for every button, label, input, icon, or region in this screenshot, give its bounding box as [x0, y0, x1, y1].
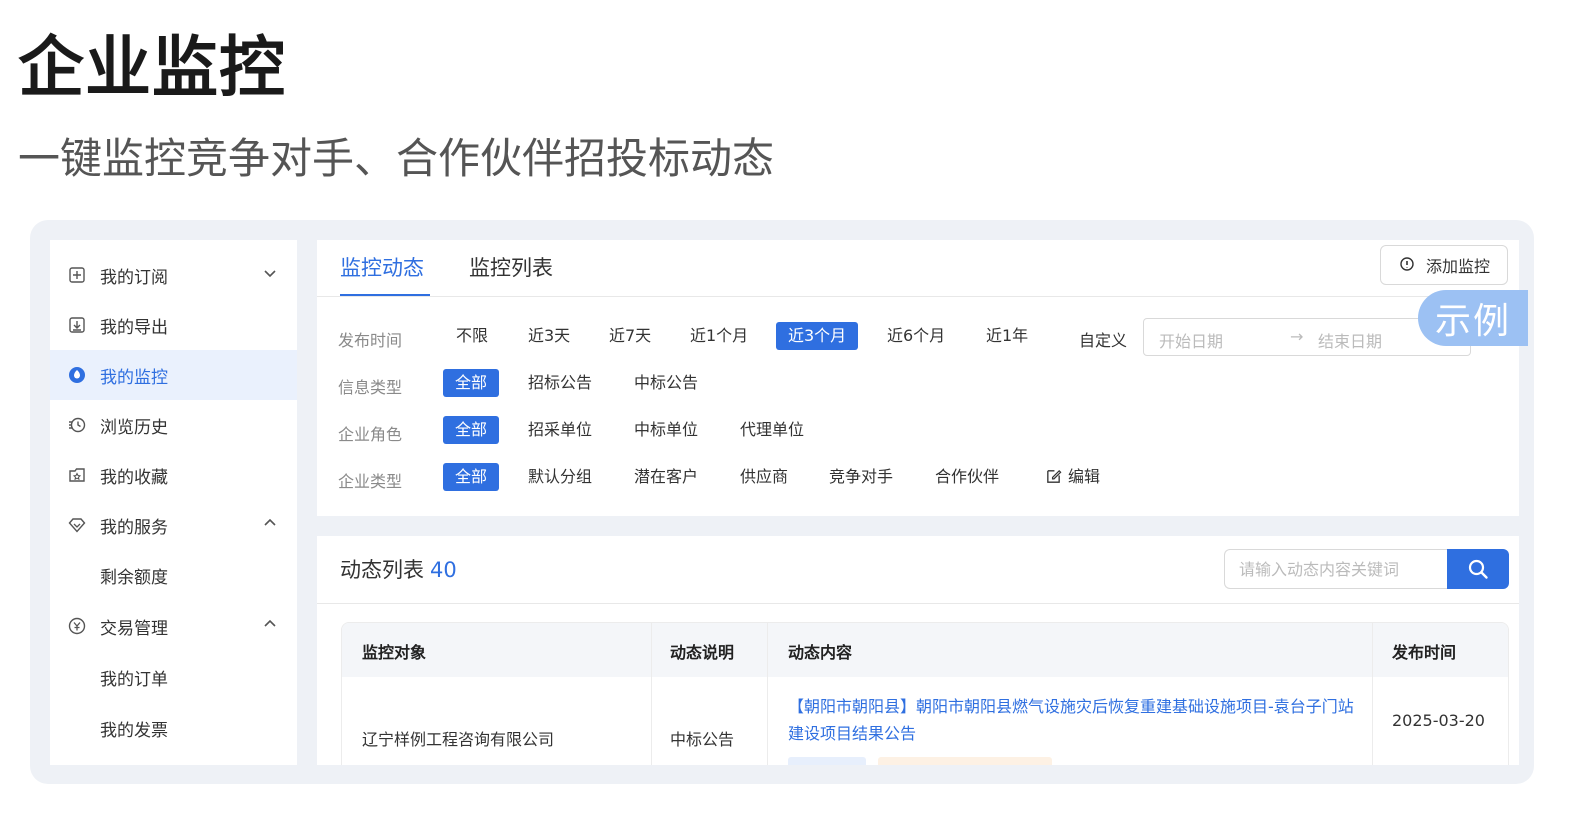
table-header [342, 623, 1508, 677]
history-icon [68, 416, 86, 434]
add-monitor-button[interactable]: 添加监控 [1380, 245, 1508, 285]
column-divider [767, 623, 768, 765]
tab-monitor-feed[interactable]: 监控动态 [340, 252, 424, 282]
example-badge: 示例 [1418, 290, 1528, 346]
sidebar-item-label: 我的监控 [100, 368, 168, 388]
sidebar-item-orders[interactable]: 我的订单 [50, 652, 297, 702]
chip-type-partner[interactable]: 合作伙伴 [923, 463, 1011, 491]
list-divider [317, 603, 1519, 604]
sidebar-item-label: 交易管理 [100, 619, 168, 639]
column-header-description: 动态说明 [670, 643, 735, 662]
filter-label-info-type: 信息类型 [338, 378, 403, 397]
sidebar-item-label: 我的发票 [100, 721, 168, 741]
column-header-date: 发布时间 [1392, 643, 1457, 662]
chip-role-purchaser[interactable]: 招采单位 [516, 416, 604, 444]
add-monitor-icon [1398, 256, 1416, 274]
list-title-text: 动态列表 [340, 558, 424, 582]
sidebar-item-label: 我的导出 [100, 318, 168, 338]
chip-role-winner[interactable]: 中标单位 [622, 416, 710, 444]
sidebar-item-label: 浏览历史 [100, 418, 168, 438]
export-icon [68, 316, 86, 334]
sidebar: 我的订阅 我的导出 我的监控 浏览历史 我的收藏 我的服务 剩余额度 交易管理 … [50, 240, 297, 765]
edit-icon [1047, 469, 1062, 483]
chevron-up-icon[interactable] [262, 616, 278, 632]
start-date-placeholder[interactable]: 开始日期 [1159, 328, 1223, 352]
column-header-target: 监控对象 [362, 643, 427, 662]
sidebar-item-favorites[interactable]: 我的收藏 [50, 450, 297, 500]
tab-monitor-list[interactable]: 监控列表 [469, 252, 553, 282]
sidebar-item-label: 剩余额度 [100, 568, 168, 588]
row-date: 2025-03-20 [1392, 711, 1485, 730]
sidebar-item-services[interactable]: 我的服务 [50, 500, 297, 550]
sidebar-item-remaining-quota[interactable]: 剩余额度 [50, 550, 297, 600]
filter-label-publish-time: 发布时间 [338, 331, 403, 350]
filter-label-company-type: 企业类型 [338, 472, 403, 491]
arrow-right-icon: → [1290, 327, 1304, 346]
sidebar-item-exports[interactable]: 我的导出 [50, 300, 297, 350]
sidebar-item-subscriptions[interactable]: 我的订阅 [50, 250, 297, 300]
chip-type-default[interactable]: 默认分组 [516, 463, 604, 491]
chip-role-agent[interactable]: 代理单位 [728, 416, 816, 444]
column-divider [1372, 623, 1373, 765]
hero-subtitle: 一键监控竞争对手、合作伙伴招投标动态 [18, 134, 775, 183]
row-content-link[interactable]: 【朝阳市朝阳县】朝阳市朝阳县燃气设施灾后恢复重建基础设施项目-袁台子门站建设项目… [788, 693, 1358, 747]
chip-role-all[interactable]: 全部 [443, 416, 500, 444]
subscribe-icon [68, 266, 86, 284]
sidebar-item-invoices[interactable]: 我的发票 [50, 703, 297, 753]
row-target[interactable]: 辽宁样例工程咨询有限公司 [362, 726, 554, 750]
chip-type-prospect[interactable]: 潜在客户 [622, 463, 710, 491]
tabs-divider [317, 296, 1519, 297]
column-header-content: 动态内容 [788, 643, 853, 662]
list-count: 40 [430, 558, 457, 582]
chevron-up-icon[interactable] [262, 515, 278, 531]
chip-time-3m[interactable]: 近3个月 [776, 322, 859, 350]
sidebar-item-monitor[interactable]: 我的监控 [50, 350, 297, 400]
transaction-icon [68, 617, 86, 635]
filter-panel: 监控动态 监控列表 添加监控 发布时间 不限 近3天 近7天 近1个月 近3个月… [317, 240, 1519, 516]
chip-info-tender[interactable]: 招标公告 [516, 369, 604, 397]
chip-time-any[interactable]: 不限 [444, 322, 500, 350]
chip-time-6m[interactable]: 近6个月 [875, 322, 957, 350]
chip-time-3d[interactable]: 近3天 [516, 322, 582, 350]
row-tag [788, 757, 866, 765]
row-tag [878, 757, 1052, 765]
feed-list-panel: 动态列表40 监控对象 动态说明 动态内容 发布时间 辽宁样例工程咨询有限公司 … [317, 536, 1519, 765]
chip-time-1m[interactable]: 近1个月 [678, 322, 760, 350]
sidebar-item-label: 我的服务 [100, 518, 168, 538]
chip-time-7d[interactable]: 近7天 [597, 322, 663, 350]
row-description: 中标公告 [670, 730, 735, 749]
chip-type-supplier[interactable]: 供应商 [728, 463, 800, 491]
list-title: 动态列表 40 [340, 554, 457, 584]
monitor-icon [68, 366, 86, 384]
edit-groups-button[interactable]: 编辑 [1033, 463, 1112, 491]
chevron-down-icon[interactable] [262, 265, 278, 281]
search-input[interactable] [1224, 549, 1448, 589]
hero-title: 企业监控 [18, 29, 286, 106]
add-monitor-label: 添加监控 [1425, 257, 1490, 276]
chip-info-award[interactable]: 中标公告 [622, 369, 710, 397]
sidebar-item-transactions[interactable]: 交易管理 [50, 601, 297, 651]
feed-table: 监控对象 动态说明 动态内容 发布时间 辽宁样例工程咨询有限公司 中标公告 【朝… [341, 622, 1509, 765]
service-icon [68, 516, 86, 534]
column-divider [651, 623, 652, 765]
sidebar-item-label: 我的订阅 [100, 268, 168, 288]
sidebar-item-label: 我的订单 [100, 670, 168, 690]
search-icon [1468, 559, 1488, 579]
edit-label: 编辑 [1068, 467, 1101, 486]
chip-info-all[interactable]: 全部 [443, 369, 500, 397]
search-button[interactable] [1447, 549, 1509, 589]
custom-range-label: 自定义 [1079, 331, 1128, 350]
sidebar-item-history[interactable]: 浏览历史 [50, 400, 297, 450]
chip-time-1y[interactable]: 近1年 [974, 322, 1040, 350]
end-date-placeholder[interactable]: 结束日期 [1318, 328, 1382, 352]
filter-label-company-role: 企业角色 [338, 425, 403, 444]
favorite-icon [68, 466, 86, 484]
sidebar-item-label: 我的收藏 [100, 468, 168, 488]
chip-type-competitor[interactable]: 竞争对手 [817, 463, 905, 491]
chip-type-all[interactable]: 全部 [443, 463, 500, 491]
